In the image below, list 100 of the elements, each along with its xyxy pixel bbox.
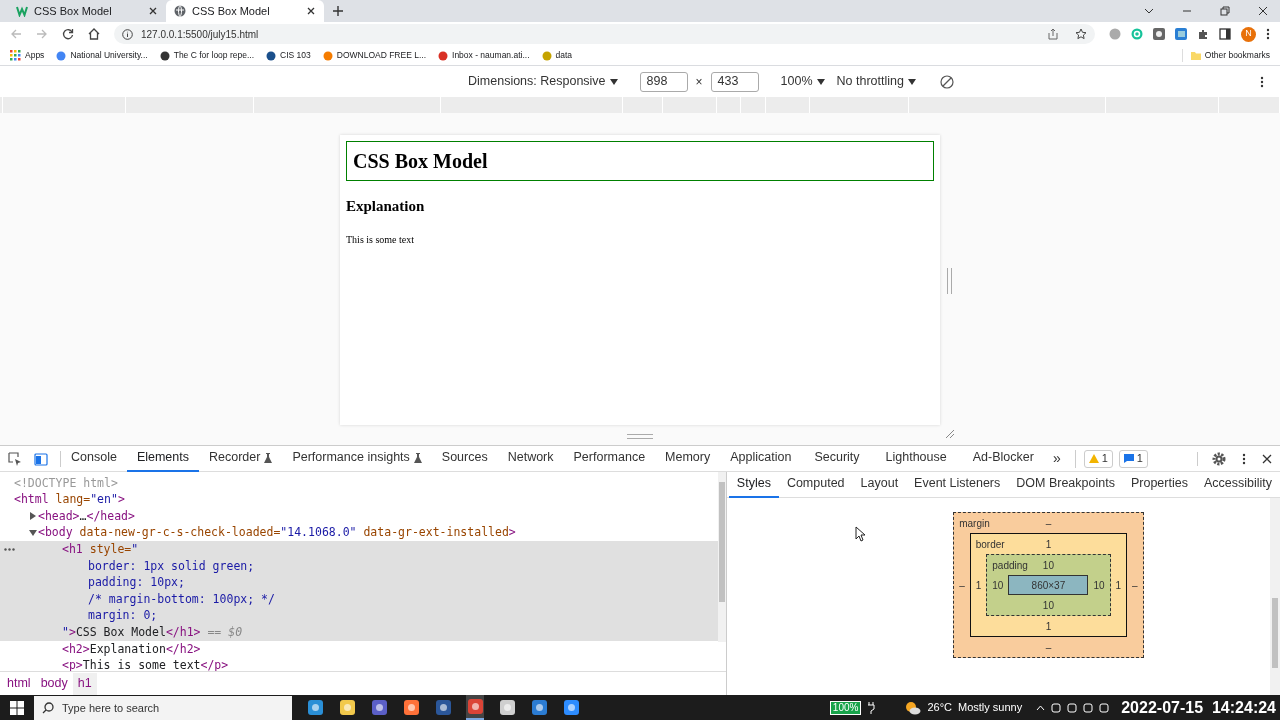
app-icon[interactable]	[338, 699, 356, 716]
box-value: –	[1045, 516, 1052, 531]
inspect-icon[interactable]	[8, 451, 22, 466]
resize-handle[interactable]	[627, 434, 653, 439]
app-icon[interactable]	[434, 699, 452, 716]
browser-tab[interactable]: CSS Box Model	[8, 0, 166, 22]
warnings-badge[interactable]: 1	[1083, 449, 1113, 468]
new-tab-icon[interactable]	[332, 5, 344, 17]
device-toggle-icon[interactable]	[34, 451, 48, 466]
dimensions-dropdown[interactable]: Dimensions: Responsive	[466, 72, 620, 91]
extension-icon[interactable]	[1153, 28, 1165, 40]
app-icon[interactable]	[402, 699, 420, 716]
devtools-tab[interactable]: Network	[497, 445, 564, 472]
styles-tab[interactable]: Properties	[1122, 471, 1196, 498]
app-icon[interactable]	[562, 699, 580, 716]
resize-handle[interactable]	[947, 268, 952, 294]
devtools-tab[interactable]: Console	[61, 445, 127, 472]
breadcrumb[interactable]: h1	[72, 672, 97, 695]
bookmark[interactable]: National University...	[56, 49, 148, 62]
throttling-dropdown[interactable]: No throttling	[834, 72, 918, 91]
devtools-tab[interactable]: Performance	[563, 445, 656, 472]
styles-tab[interactable]: DOM Breakpoints	[1008, 471, 1123, 498]
bookmark[interactable]: data	[541, 49, 573, 62]
more-icon[interactable]	[1266, 28, 1270, 40]
width-field[interactable]: 898	[639, 71, 688, 92]
more-tabs-button[interactable]: »	[1046, 448, 1067, 469]
devtools-tab[interactable]: Lighthouse	[872, 445, 960, 472]
bookmark[interactable]: Apps	[10, 49, 45, 62]
chevron-up-icon[interactable]	[1036, 704, 1046, 711]
star-icon[interactable]	[1075, 28, 1087, 40]
styles-tab[interactable]: Event Listeners	[906, 471, 1009, 498]
tray-icon[interactable]	[1051, 702, 1062, 713]
styles-tab[interactable]: Styles	[728, 471, 779, 498]
collapsed-triangle-icon[interactable]	[28, 511, 38, 522]
restore-icon[interactable]	[1220, 6, 1230, 16]
styles-tab[interactable]: Accessibility	[1195, 471, 1280, 498]
more-icon[interactable]	[1242, 452, 1246, 465]
zoom-dropdown[interactable]: 100%	[778, 72, 827, 91]
breadcrumb[interactable]: body	[35, 672, 73, 695]
share-icon[interactable]	[1047, 28, 1059, 40]
settings-icon[interactable]	[1212, 451, 1226, 466]
devtools-tab[interactable]: Sources	[431, 445, 498, 472]
close-icon[interactable]	[306, 6, 316, 16]
rotate-icon[interactable]	[940, 74, 954, 89]
clock-text[interactable]: 2022-07-15 14:24:24	[1121, 695, 1276, 720]
devtools-tab[interactable]: Performance insights	[282, 445, 432, 472]
search-field[interactable]: Type here to search	[34, 695, 292, 720]
devtools-tab[interactable]: Ad-Blocker	[959, 445, 1047, 472]
code-line[interactable]: <html lang="en">	[14, 491, 125, 509]
close-icon[interactable]	[1262, 453, 1272, 464]
corner-resize-icon[interactable]	[945, 429, 955, 439]
scrollbar[interactable]	[1270, 498, 1280, 695]
chevron-down-icon[interactable]	[1144, 6, 1154, 16]
devtools-tab[interactable]: Recorder	[199, 445, 283, 472]
app-icon[interactable]	[530, 699, 548, 716]
close-icon[interactable]	[1258, 6, 1268, 16]
tray-icon[interactable]	[1083, 702, 1094, 713]
puzzle-icon[interactable]	[1197, 28, 1209, 40]
app-icon[interactable]	[370, 699, 388, 716]
code-line[interactable]: <head>…</head>	[38, 507, 135, 526]
app-icon[interactable]	[306, 699, 324, 716]
app-icon[interactable]	[498, 699, 516, 716]
height-field[interactable]: 433	[710, 71, 759, 92]
code-line[interactable]: margin: 0;	[62, 607, 158, 625]
more-icon[interactable]	[1260, 76, 1264, 88]
tray-icon[interactable]	[1099, 702, 1110, 713]
bookmark[interactable]: DOWNLOAD FREE L...	[322, 49, 426, 62]
code-line[interactable]: padding: 10px;	[62, 574, 185, 592]
code-line[interactable]: <h1 style="	[62, 541, 139, 559]
page-subheading: Explanation	[346, 197, 426, 216]
site-icon	[541, 50, 552, 61]
other-bookmarks[interactable]: Other bookmarks	[1181, 49, 1270, 62]
margin-label: margin	[959, 516, 990, 531]
more-icon[interactable]	[4, 548, 15, 552]
temperature-text: 26°C	[927, 700, 952, 716]
windows-logo-icon[interactable]	[10, 700, 24, 715]
scrollbar[interactable]	[717, 472, 726, 642]
extension-icon[interactable]	[1175, 28, 1187, 40]
styles-tab[interactable]: Layout	[852, 471, 907, 498]
address-bar[interactable]: 127.0.0.1:5500/july15.html	[114, 24, 1095, 44]
reload-icon[interactable]	[62, 28, 74, 40]
devtools-tab[interactable]: Elements	[126, 445, 199, 472]
weather-icon[interactable]	[905, 700, 922, 715]
bookmark[interactable]: Inbox - nauman.ati...	[438, 49, 530, 62]
code-line[interactable]: <h2>Explanation</h2>	[62, 640, 201, 658]
bookmark[interactable]: CIS 103	[266, 49, 311, 62]
code-line[interactable]: <body data-new-gr-c-s-check-loaded="14.1068.0" data-gr-ext-installed>	[38, 524, 516, 542]
code-line[interactable]: <p>This is some text</p>	[62, 657, 229, 671]
devtools-tab[interactable]: Application	[720, 445, 802, 472]
site-icon	[56, 50, 67, 61]
home-icon[interactable]	[88, 28, 100, 40]
breadcrumb[interactable]: html	[2, 672, 36, 695]
styles-tab[interactable]: Computed	[778, 471, 853, 498]
browser-tab[interactable]: CSS Box Model	[166, 0, 324, 22]
devtools-tab[interactable]: Memory	[655, 445, 721, 472]
side-panel-icon[interactable]	[1219, 28, 1231, 40]
close-icon[interactable]	[148, 6, 158, 16]
bookmark[interactable]: The C for loop repe...	[159, 49, 255, 62]
messages-badge[interactable]: 1	[1118, 449, 1148, 468]
devtools-tab[interactable]: Security	[801, 445, 873, 472]
